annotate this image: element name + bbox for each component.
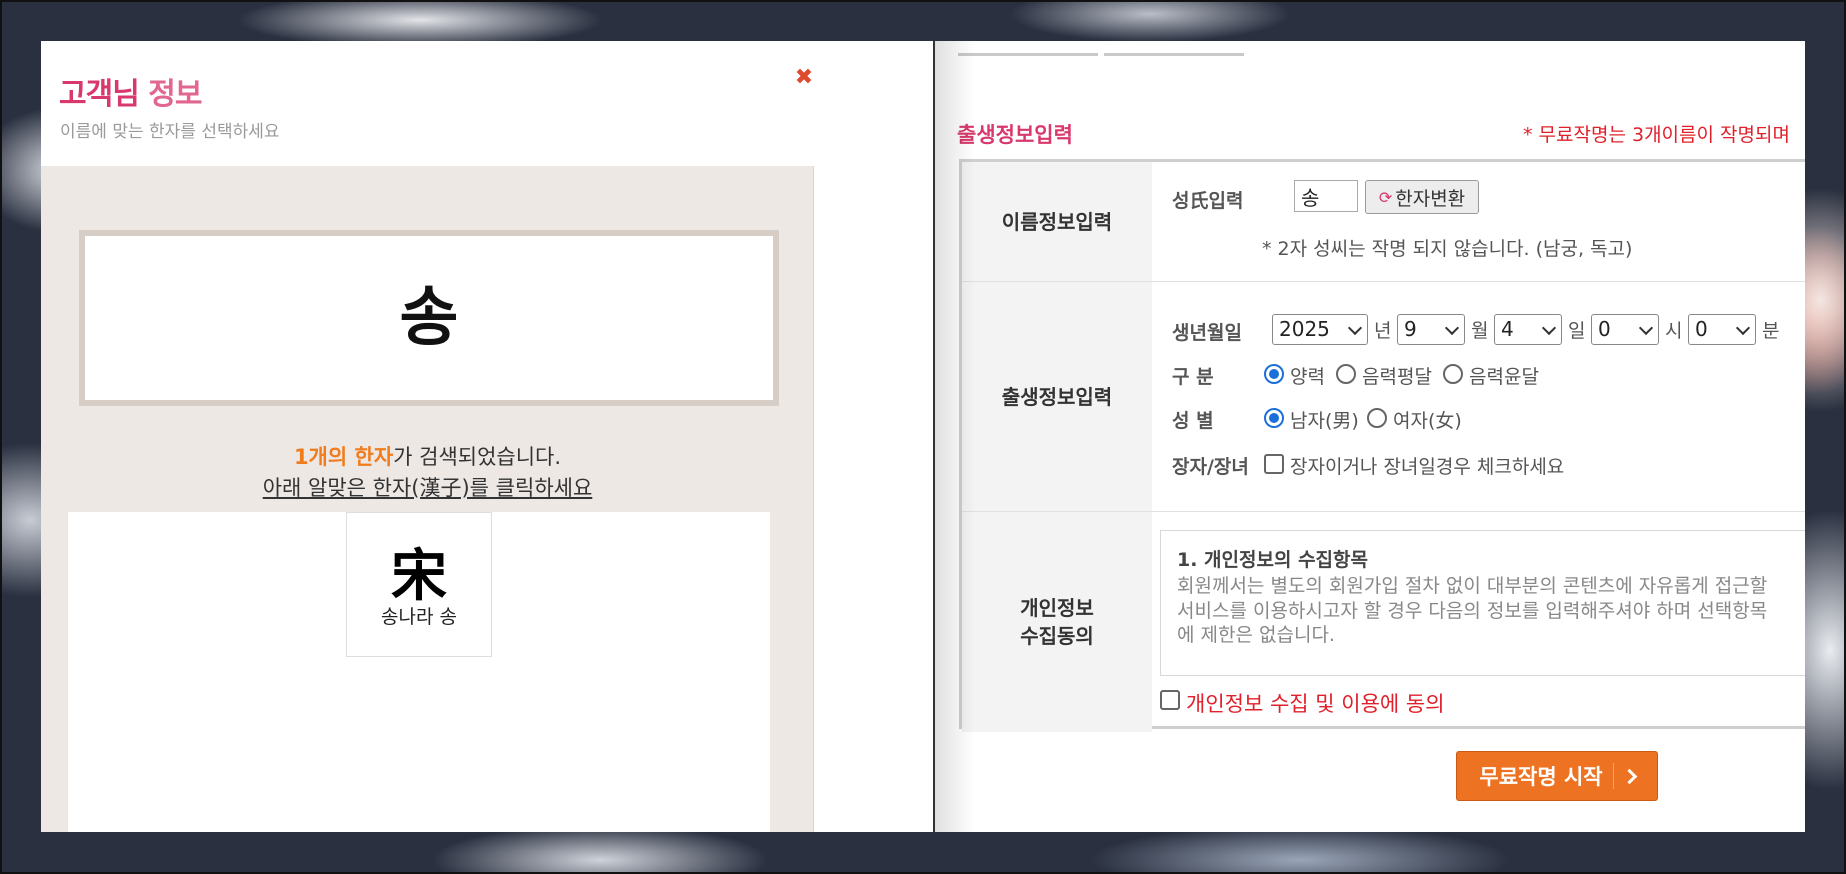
screenshot-frame	[0, 0, 1846, 874]
